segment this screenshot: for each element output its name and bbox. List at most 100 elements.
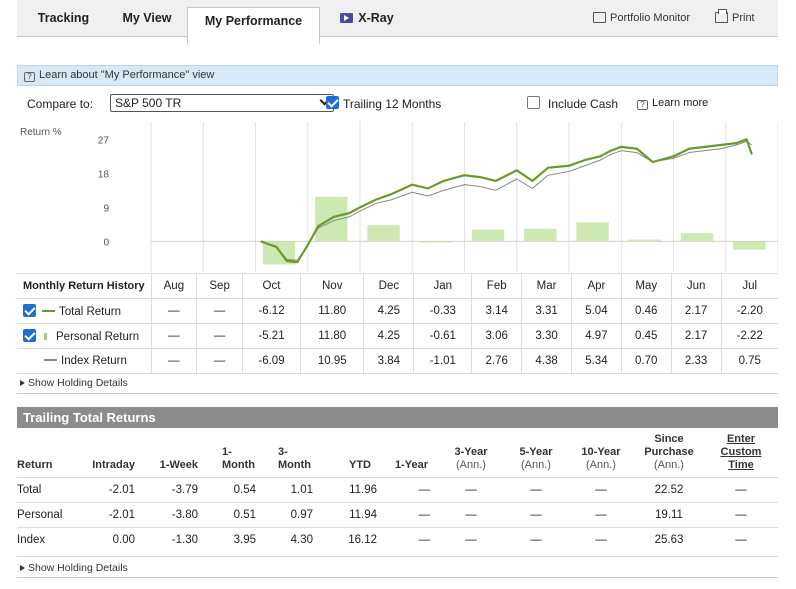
y-tick-label: 18 [98,169,110,180]
table-cell: -6.12 [242,298,301,324]
month-aug: Aug [150,273,197,299]
help-icon: ? [24,72,35,82]
row-label: Total [17,483,42,496]
printer-icon [715,9,728,23]
compare-select[interactable]: S&P 500 TR [110,94,334,112]
col-1-year: 1-Year [394,458,429,471]
tab-tracking[interactable]: Tracking [21,0,106,37]
table-cell: -2.22 [720,323,778,349]
learn-bar[interactable]: ? Learn about "My Performance" view [17,65,778,86]
monthly-bar [471,229,505,242]
table-cell: 3.84 [363,348,414,374]
table-cell: -0.33 [413,298,472,324]
trailing-returns-table: Return Intraday 1-Week 1- Month 3- Month Y… [17,431,778,552]
table-cell: — [465,483,477,496]
table-cell: — [465,508,477,521]
index-return-legend [44,359,57,361]
table-cell: -2.01 [108,508,135,521]
compare-select-value: S&P 500 TR [115,96,182,110]
expand-triangle-icon [20,565,25,571]
portfolio-monitor-button[interactable]: Portfolio Monitor [593,12,690,24]
table-row: Total -2.01 -3.79 0.54 1.01 11.96 — — — … [17,477,778,502]
table-cell: — [150,323,197,349]
table-cell: 22.52 [654,483,684,496]
include-cash-label: Include Cash [548,97,619,111]
tab-x-ray[interactable]: X-Ray [325,0,409,37]
table-cell: 19.11 [655,508,683,521]
table-cell: -1.01 [413,348,472,374]
personal-return-checkbox[interactable] [23,329,36,342]
table-cell: 0.70 [620,348,672,374]
table-cell: 0.00 [112,533,135,546]
tab-my-view[interactable]: My View [106,0,188,37]
col-10-year: 10-Year (Ann.) [581,445,621,471]
table-cell: 2.33 [670,348,722,374]
table-cell: -3.80 [171,508,198,521]
table-cell: 11.80 [299,323,364,349]
table-cell: — [530,483,542,496]
tab-my-performance[interactable]: My Performance [187,7,320,45]
y-tick-label: 9 [103,203,109,214]
table-cell: 1.01 [290,483,313,496]
table-cell: — [150,298,197,324]
table-cell: — [595,508,607,521]
print-button[interactable]: Print [715,9,755,24]
col-ytd: YTD [349,458,371,471]
table-cell: 11.80 [299,298,364,324]
trailing-label: Trailing 12 Months [343,97,442,111]
table-cell: — [465,533,477,546]
table-cell: 0.51 [233,508,256,521]
table-cell: 10.95 [299,348,364,374]
table-cell: -0.61 [413,323,472,349]
month-mar: Mar [521,273,572,299]
show-holding-details-1[interactable]: Show Holding Details [17,372,778,394]
table-cell: 3.14 [471,298,522,324]
table-cell: -3.79 [171,483,198,496]
table-cell: 11.94 [349,508,377,521]
show-holding-details-2[interactable]: Show Holding Details [17,556,778,578]
x-ray-icon [340,13,354,23]
col-5-year: 5-Year (Ann.) [519,445,553,471]
table-cell: 4.25 [363,323,414,349]
y-tick-label: 0 [103,237,109,248]
monthly-bar [576,222,609,242]
index-return-label: Index Return [61,355,127,367]
print-label: Print [732,12,755,24]
table-cell: 16.12 [348,533,377,546]
table-cell: — [530,533,542,546]
table-cell: — [735,508,747,521]
table-cell: 25.63 [654,533,684,546]
monthly-bar [680,233,714,242]
learn-link[interactable]: Learn about "My Performance" view [39,69,214,81]
table-cell: — [196,348,243,374]
table-cell: -6.09 [242,348,301,374]
table-cell: — [196,323,243,349]
performance-chart: Return % 27 18 9 0 [20,122,778,272]
table-cell: — [595,533,607,546]
total-return-checkbox[interactable] [23,304,36,317]
learn-more-link[interactable]: ? Learn more [637,97,708,110]
table-cell: 2.17 [670,298,722,324]
col-since-purchase: Since Purchase (Ann.) [644,432,694,471]
table-cell: -5.21 [242,323,301,349]
table-cell: 2.76 [471,348,522,374]
monthly-header-title: Monthly Return History [23,280,145,292]
col-1-week: 1-Week [159,458,198,471]
index-return-row: Index Return — — -6.09 10.95 3.84 -1.01 … [17,348,778,374]
table-cell: 3.30 [521,323,572,349]
table-cell: 0.97 [290,508,313,521]
monthly-return-table: Monthly Return History Aug Sep Oct Nov D… [17,273,778,374]
month-may: May [620,273,672,299]
tab-bar: Tracking My View My Performance X-Ray Po… [17,0,778,45]
include-cash-checkbox[interactable] [527,96,540,109]
table-row: Personal -2.01 -3.80 0.51 0.97 11.94 — —… [17,502,778,527]
enter-custom-time-link[interactable]: Enter Custom Time [704,431,778,477]
table-cell: — [196,298,243,324]
trailing-checkbox[interactable] [326,96,339,109]
table-cell: 2.17 [670,323,722,349]
y-tick-label: 27 [98,135,110,146]
table-cell: 0.46 [620,298,672,324]
col-3-month: 3- Month [278,445,311,471]
table-cell: — [595,483,607,496]
monthly-bar [367,225,400,242]
